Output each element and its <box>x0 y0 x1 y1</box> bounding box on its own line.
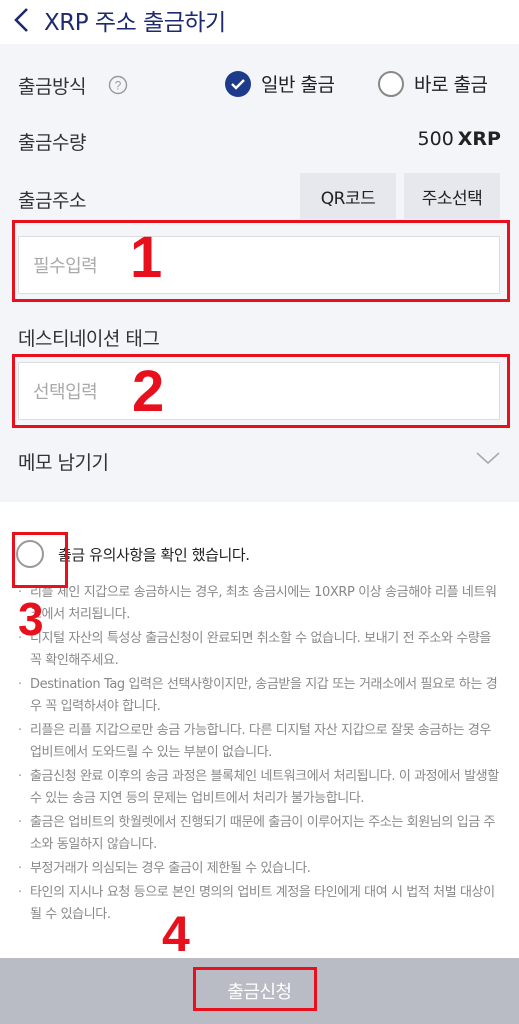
notice-item: 출금신청 완료 이후의 송금 과정은 블록체인 네트워크에서 처리됩니다. 이 … <box>16 766 506 810</box>
confirm-checkbox[interactable] <box>16 540 44 568</box>
amount-label: 출금수량 <box>18 132 86 154</box>
app-header: XRP 주소 출금하기 <box>0 0 519 40</box>
notice-item: 디지털 자산의 특성상 출금신청이 완료되면 취소할 수 없습니다. 보내기 전… <box>16 628 506 672</box>
memo-label[interactable]: 메모 남기기 <box>18 448 109 475</box>
submit-button-label: 출금신청 <box>227 982 292 1003</box>
annotation-number-3: 3 <box>18 593 44 645</box>
notice-item: 리플은 리플 지갑으로만 송금 가능합니다. 다른 디지털 자산 지갑으로 잘못… <box>16 720 506 764</box>
help-icon[interactable]: ? <box>108 75 128 95</box>
tag-label: 데스티네이션 태그 <box>18 328 160 350</box>
notice-item: 부정거래가 의심되는 경우 출금이 제한될 수 있습니다. <box>16 858 506 880</box>
radio-normal-withdraw[interactable]: 일반 출금 <box>225 70 335 97</box>
page-title: XRP 주소 출금하기 <box>44 10 226 36</box>
submit-bar[interactable]: 출금신청 <box>0 958 519 1024</box>
address-select-button[interactable]: 주소선택 <box>404 173 500 219</box>
confirm-label: 출금 유의사항을 확인 했습니다. <box>58 545 250 564</box>
amount-unit: XRP <box>457 128 501 150</box>
radio-normal-label: 일반 출금 <box>261 74 335 96</box>
radio-unchecked-icon <box>378 70 404 97</box>
annotation-number-2: 2 <box>132 359 165 424</box>
annotation-number-1: 1 <box>130 225 163 290</box>
amount-number: 500 <box>417 128 454 150</box>
radio-direct-label: 바로 출금 <box>414 74 488 96</box>
check-icon <box>225 70 251 97</box>
notice-item: 리플 체인 지갑으로 송금하시는 경우, 최초 송금시에는 10XRP 이상 송… <box>16 582 506 626</box>
back-arrow-icon[interactable] <box>12 4 38 36</box>
chevron-down-icon[interactable] <box>475 450 501 466</box>
qr-code-button[interactable]: QR코드 <box>300 173 396 219</box>
destination-tag-input[interactable]: 선택입력 <box>18 362 500 420</box>
notice-item: 출금은 업비트의 핫월렛에서 진행되기 때문에 출금이 이루어지는 주소는 회원… <box>16 812 506 856</box>
address-label: 출금주소 <box>18 190 86 212</box>
amount-value: 500 XRP <box>418 128 501 150</box>
svg-text:?: ? <box>115 79 122 93</box>
notice-item: Destination Tag 입력은 선택사항이지만, 송금받을 지갑 또는 … <box>16 674 506 718</box>
withdraw-form: 출금방식 ? 일반 출금 바로 출금 출금수량 500 XRP 출금주소 QR코드… <box>0 44 519 502</box>
radio-direct-withdraw[interactable]: 바로 출금 <box>378 70 488 97</box>
address-input[interactable]: 필수입력 <box>18 236 500 294</box>
method-label: 출금방식 <box>18 76 86 98</box>
annotation-number-4: 4 <box>162 906 190 962</box>
notice-item: 타인의 지시나 요청 등으로 본인 명의의 업비트 계정을 타인에게 대여 시 … <box>16 882 506 926</box>
confirm-notice-row[interactable]: 출금 유의사항을 확인 했습니다. <box>16 540 250 568</box>
notice-list: 리플 체인 지갑으로 송금하시는 경우, 최초 송금시에는 10XRP 이상 송… <box>16 582 506 928</box>
